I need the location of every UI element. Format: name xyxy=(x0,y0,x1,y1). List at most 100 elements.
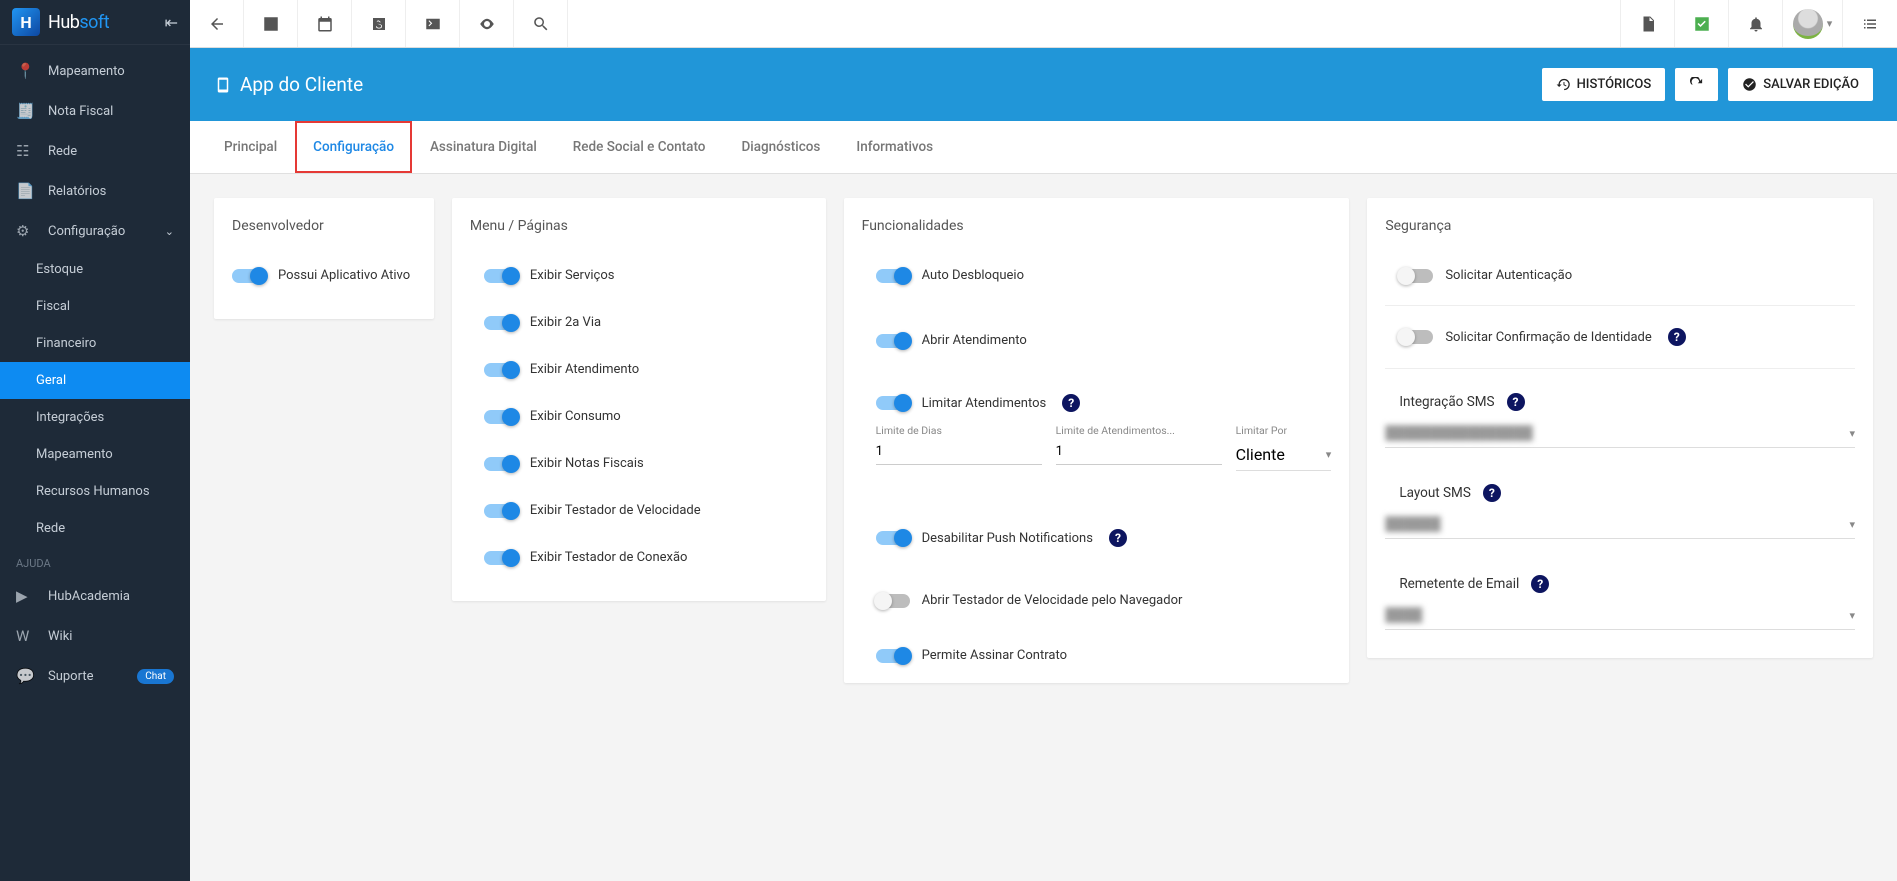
toggle-switch[interactable] xyxy=(484,363,518,377)
toggle-switch[interactable] xyxy=(484,316,518,330)
input-limite-atend[interactable] xyxy=(1056,439,1222,465)
field-limite-atend: Limite de Atendimentos... xyxy=(1056,424,1222,471)
help-icon[interactable]: ? xyxy=(1668,328,1686,346)
terminal-button[interactable] xyxy=(406,0,460,47)
avatar-icon xyxy=(1793,9,1823,39)
history-button[interactable]: HISTÓRICOS xyxy=(1542,68,1666,101)
calendar-button[interactable] xyxy=(298,0,352,47)
toggle-label: Exibir Notas Fiscais xyxy=(530,456,644,471)
toggle-label: Permite Assinar Contrato xyxy=(922,648,1067,663)
sidebar-help-wiki[interactable]: WWiki xyxy=(0,616,190,656)
sidebar-help-suporte[interactable]: 💬SuporteChat xyxy=(0,656,190,696)
sidebar-collapse-icon[interactable]: ⇤ xyxy=(165,13,178,32)
help-icon[interactable]: ? xyxy=(1507,393,1525,411)
toggle-switch[interactable] xyxy=(484,504,518,518)
sidebar-sub-financeiro[interactable]: Financeiro xyxy=(0,325,190,362)
sidebar-item-label: Nota Fiscal xyxy=(48,104,113,119)
sidebar-item-configuracao[interactable]: ⚙Configuração⌄ xyxy=(0,211,190,251)
toggle-switch[interactable] xyxy=(1399,269,1433,283)
toggle-switch[interactable] xyxy=(876,531,910,545)
sidebar-item-label: Suporte xyxy=(48,669,93,684)
sidebar-sub-geral[interactable]: Geral xyxy=(0,362,190,399)
bell-button[interactable] xyxy=(1729,0,1783,47)
search-button[interactable] xyxy=(514,0,568,47)
refresh-icon xyxy=(1689,77,1704,92)
toggle-switch[interactable] xyxy=(876,269,910,283)
toggle-switch[interactable] xyxy=(876,396,910,410)
sidebar-sub-estoque[interactable]: Estoque xyxy=(0,251,190,288)
toggle-solicitar-confirma: Solicitar Confirmação de Identidade? xyxy=(1385,306,1855,369)
input-limite-dias[interactable] xyxy=(876,439,1042,465)
toggle-switch[interactable] xyxy=(876,334,910,348)
toggle-label: Abrir Testador de Velocidade pelo Navega… xyxy=(922,593,1183,608)
person-button[interactable] xyxy=(244,0,298,47)
toggle-switch[interactable] xyxy=(876,649,910,663)
toggle-abrir-testador-nav: Abrir Testador de Velocidade pelo Navega… xyxy=(862,563,1332,624)
select-value: ████████████████ xyxy=(1385,425,1532,441)
card-title: Menu / Páginas xyxy=(470,218,808,234)
sidebar-sub-fiscal[interactable]: Fiscal xyxy=(0,288,190,325)
toggle-switch[interactable] xyxy=(232,269,266,283)
money-button[interactable] xyxy=(352,0,406,47)
tab-informativos[interactable]: Informativos xyxy=(838,121,951,173)
save-button[interactable]: SALVAR EDIÇÃO xyxy=(1728,68,1873,101)
eye-button[interactable] xyxy=(460,0,514,47)
brand-logo[interactable]: H Hubsoft ⇤ xyxy=(0,0,190,45)
help-icon[interactable]: ? xyxy=(1483,484,1501,502)
toggle-label: Possui Aplicativo Ativo xyxy=(278,268,410,283)
select-value: ██████ xyxy=(1385,516,1440,532)
sidebar-item-notafiscal[interactable]: 🧾Nota Fiscal xyxy=(0,91,190,131)
tabs-bar: Principal Configuração Assinatura Digita… xyxy=(190,121,1897,174)
tab-assinatura[interactable]: Assinatura Digital xyxy=(412,121,555,173)
help-icon[interactable]: ? xyxy=(1109,529,1127,547)
toggle-exibir-nf: Exibir Notas Fiscais xyxy=(470,440,808,487)
sidebar-sub-integracoes[interactable]: Integrações xyxy=(0,399,190,436)
toggle-label: Exibir Consumo xyxy=(530,409,621,424)
back-button[interactable] xyxy=(190,0,244,47)
section-label: Integração SMS xyxy=(1399,394,1494,410)
field-label: Limite de Dias xyxy=(876,424,1042,437)
sidebar-item-rede[interactable]: ☷Rede xyxy=(0,131,190,171)
check-box-icon xyxy=(1693,15,1711,33)
sidebar-help-hubacademia[interactable]: ▶HubAcademia xyxy=(0,576,190,616)
user-avatar-button[interactable]: ▾ xyxy=(1783,0,1843,47)
check-button[interactable] xyxy=(1675,0,1729,47)
toggle-label: Exibir Testador de Conexão xyxy=(530,550,688,565)
toggle-label: Solicitar Autenticação xyxy=(1445,268,1572,283)
sidebar-item-mapeamento[interactable]: 📍Mapeamento xyxy=(0,51,190,91)
toggle-switch[interactable] xyxy=(1399,330,1433,344)
menu-button[interactable] xyxy=(1843,0,1897,47)
toggle-auto-desbloqueio: Auto Desbloqueio xyxy=(862,252,1332,299)
toggle-switch[interactable] xyxy=(484,410,518,424)
pdf-button[interactable] xyxy=(1621,0,1675,47)
tab-rede-social[interactable]: Rede Social e Contato xyxy=(555,121,724,173)
sidebar-item-relatorios[interactable]: 📄Relatórios xyxy=(0,171,190,211)
toggle-switch[interactable] xyxy=(484,269,518,283)
toggle-switch[interactable] xyxy=(484,457,518,471)
toggle-switch[interactable] xyxy=(876,594,910,608)
select-remetente-email[interactable]: ████▾ xyxy=(1385,601,1855,630)
field-label: Limitar Por xyxy=(1236,424,1332,437)
toggle-desabilitar-push: Desabilitar Push Notifications? xyxy=(862,489,1332,563)
chevron-down-icon: ▾ xyxy=(1849,518,1855,531)
help-icon[interactable]: ? xyxy=(1531,575,1549,593)
search-icon xyxy=(532,15,550,33)
help-icon[interactable]: ? xyxy=(1062,394,1080,412)
select-integracao-sms[interactable]: ████████████████▾ xyxy=(1385,419,1855,448)
tab-diagnosticos[interactable]: Diagnósticos xyxy=(723,121,838,173)
select-layout-sms[interactable]: ██████ ▾ xyxy=(1385,510,1855,539)
section-label: Layout SMS xyxy=(1399,485,1471,501)
select-limitar-por[interactable]: Cliente▾ xyxy=(1236,439,1332,471)
sidebar-sub-rh[interactable]: Recursos Humanos xyxy=(0,473,190,510)
sidebar-sub-rede[interactable]: Rede xyxy=(0,510,190,547)
toggle-switch[interactable] xyxy=(484,551,518,565)
card-menu-paginas: Menu / Páginas Exibir Serviços Exibir 2a… xyxy=(452,198,826,601)
toggle-exibir-conntest: Exibir Testador de Conexão xyxy=(470,534,808,581)
toggle-exibir-consumo: Exibir Consumo xyxy=(470,393,808,440)
sidebar-sub-mapeamento[interactable]: Mapeamento xyxy=(0,436,190,473)
refresh-button[interactable] xyxy=(1675,68,1718,101)
tab-principal[interactable]: Principal xyxy=(206,121,295,173)
tab-configuracao[interactable]: Configuração xyxy=(295,121,412,173)
content: Desenvolvedor Possui Aplicativo Ativo Me… xyxy=(190,174,1897,881)
sidebar-item-label: Mapeamento xyxy=(36,447,113,462)
